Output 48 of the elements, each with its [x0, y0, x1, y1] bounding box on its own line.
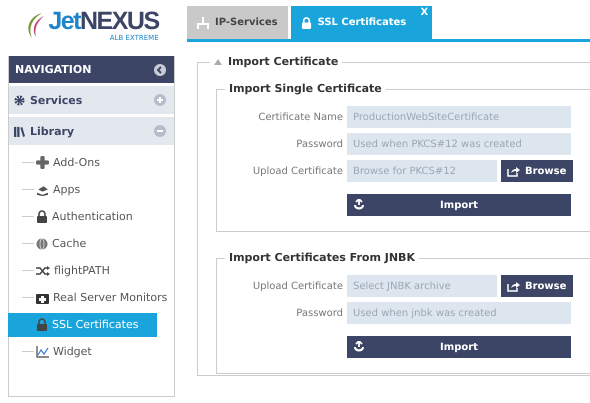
file-field[interactable]: Select JNBK archive: [347, 275, 497, 297]
gear-icon: [14, 94, 25, 106]
nav-item[interactable]: Add-Ons: [34, 150, 104, 174]
plus-circle-icon[interactable]: [154, 94, 166, 106]
input-field[interactable]: Used when PKCS#12 was created: [347, 133, 571, 155]
share-icon: [507, 166, 520, 176]
upload-icon: [353, 199, 365, 211]
navigation-title: NAVIGATION: [15, 63, 92, 76]
input-field[interactable]: ProductionWebSiteCertificate: [347, 106, 571, 128]
collapse-icon[interactable]: [154, 64, 166, 76]
line-chart-icon: [36, 346, 49, 358]
nav-item[interactable]: Widget: [34, 340, 96, 364]
nav-item[interactable]: flightPATH: [34, 258, 114, 282]
nav-item[interactable]: Cache: [34, 232, 90, 256]
nav-item[interactable]: Real Server Monitors: [34, 286, 172, 310]
books-icon: [14, 126, 25, 136]
input-field[interactable]: Used when jnbk was created: [347, 302, 571, 324]
browse-button[interactable]: Browse: [501, 275, 573, 297]
section-title: Import Certificate: [228, 55, 338, 68]
share-icon: [507, 280, 520, 292]
minus-circle-icon[interactable]: [154, 125, 166, 137]
field-label: Upload Certificate: [252, 166, 343, 176]
shuffle-icon: [36, 264, 50, 276]
nav-section[interactable]: Library: [9, 117, 174, 145]
logo-text: JetNEXUS: [48, 8, 159, 34]
group-title: Import Single Certificate: [225, 82, 386, 95]
import-button[interactable]: Import: [347, 336, 571, 358]
nav-section[interactable]: Services: [9, 86, 174, 114]
medical-box-icon: [36, 292, 49, 304]
lock-icon: [36, 318, 48, 331]
upload-icon: [353, 341, 365, 353]
puzzle-icon: [36, 156, 49, 169]
network-icon: [197, 16, 209, 28]
import-button[interactable]: Import: [347, 194, 571, 216]
group-title: Import Certificates From JNBK: [225, 251, 419, 264]
nav-item[interactable]: Apps: [34, 178, 84, 202]
lock-icon: [36, 210, 48, 223]
lock-icon: [300, 16, 312, 28]
file-field[interactable]: Browse for PKCS#12: [347, 160, 497, 182]
field-label: Password: [295, 138, 343, 150]
browse-button[interactable]: Browse: [501, 160, 573, 182]
field-label: Upload Certificate: [252, 280, 343, 292]
collapse-triangle-icon[interactable]: [214, 58, 222, 64]
field-label: Password: [295, 308, 343, 318]
globe-icon: [36, 238, 48, 250]
tab[interactable]: IP-Services: [187, 6, 288, 39]
field-label: Certificate Name: [257, 112, 343, 122]
nav-item[interactable]: Authentication: [34, 204, 137, 228]
